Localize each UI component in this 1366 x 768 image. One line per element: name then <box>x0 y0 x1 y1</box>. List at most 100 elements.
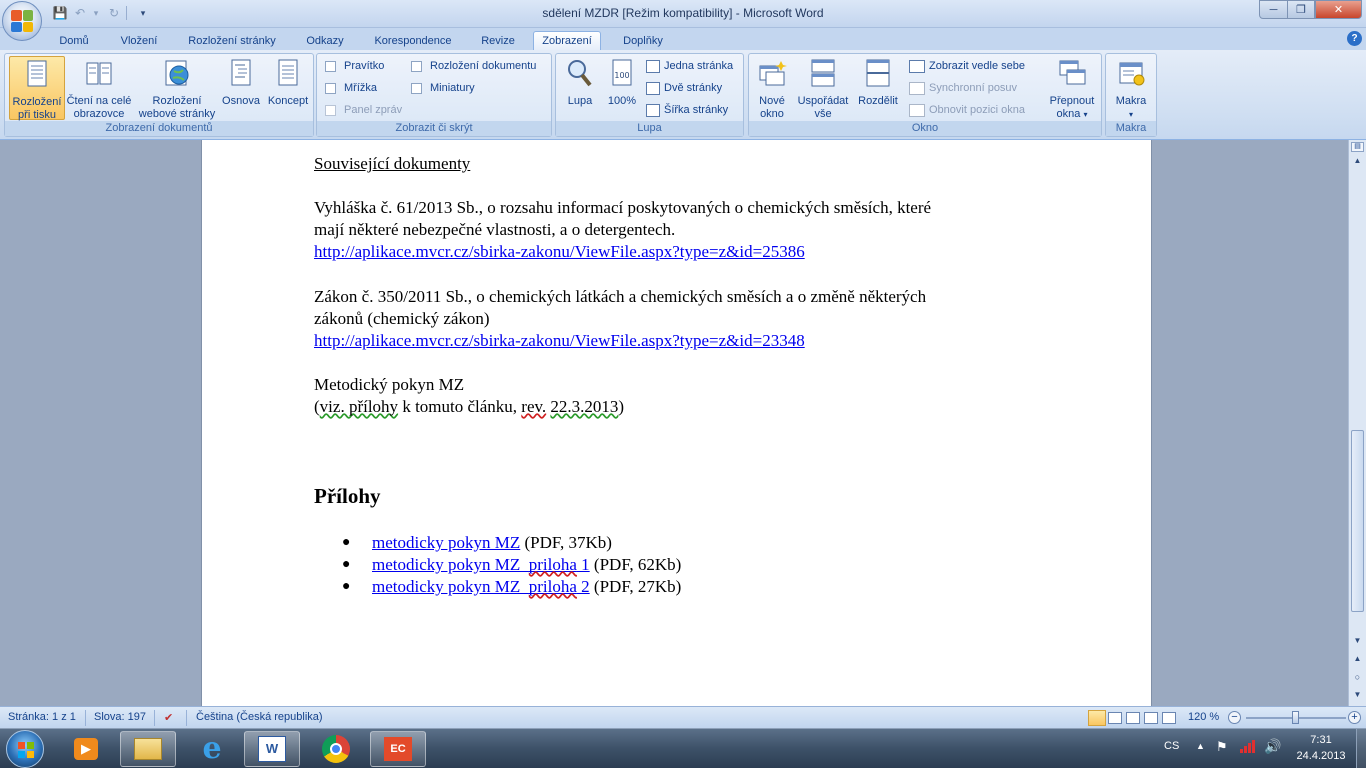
draft-view-icon[interactable] <box>1162 712 1176 724</box>
taskbar-word[interactable]: W <box>244 731 300 767</box>
full-screen-view-icon[interactable] <box>1108 712 1122 724</box>
document-map-checkbox[interactable]: Rozložení dokumentu <box>411 58 536 74</box>
clock-time[interactable]: 7:31 <box>1296 734 1346 746</box>
show-hidden-icons[interactable]: ▲ <box>1196 741 1205 751</box>
full-screen-label-2: obrazovce <box>73 108 125 120</box>
word-count[interactable]: Slova: 197 <box>94 711 146 725</box>
gridlines-checkbox[interactable]: Mřížka <box>325 80 377 96</box>
paragraph-guideline-line-2: (viz. přílohy k tomuto článku, rev. 22.3… <box>314 396 624 418</box>
print-layout-button[interactable]: Rozložení při tisku <box>9 56 65 121</box>
attachment-info-1: (PDF, 37Kb) <box>520 533 612 552</box>
thumbnails-checkbox[interactable]: Miniatury <box>411 80 475 96</box>
web-layout-button[interactable]: Rozložení webové stránky <box>135 56 219 120</box>
new-window-button[interactable]: Nové okno <box>751 56 793 120</box>
start-button[interactable] <box>6 730 44 768</box>
print-layout-icon <box>27 60 47 87</box>
next-page-icon[interactable]: ▼ <box>1351 690 1364 700</box>
outline-button[interactable]: Osnova <box>219 56 263 120</box>
help-icon[interactable]: ? <box>1347 31 1362 46</box>
scroll-up-icon[interactable]: ▲ <box>1351 156 1364 166</box>
two-pages-icon <box>646 81 660 95</box>
attachment-link-2[interactable]: metodicky pokyn MZ_priloha 1 <box>372 555 590 574</box>
restore-button[interactable]: ❐ <box>1287 0 1315 19</box>
link-decree[interactable]: http://aplikace.mvcr.cz/sbirka-zakonu/Vi… <box>314 241 805 263</box>
action-center-flag-icon[interactable]: ⚑ <box>1216 739 1228 755</box>
bullet-icon: ● <box>342 535 351 550</box>
taskbar-pdf-reader[interactable]: EC <box>370 731 426 767</box>
tab-references[interactable]: Odkazy <box>298 31 352 50</box>
one-page-button[interactable]: Jedna stránka <box>646 57 733 75</box>
paragraph-law-line-1: Zákon č. 350/2011 Sb., o chemických látk… <box>314 287 927 306</box>
macros-button[interactable]: Makra ▾ <box>1108 56 1154 120</box>
show-desktop-button[interactable] <box>1356 729 1366 768</box>
scrollbar-thumb[interactable] <box>1351 430 1364 612</box>
paragraph-decree-line-2: mají některé nebezpečné vlastnosti, a o … <box>314 220 676 239</box>
attachment-link-1[interactable]: metodicky pokyn MZ <box>372 533 520 552</box>
tab-page-layout[interactable]: Rozložení stránky <box>180 31 284 50</box>
previous-page-icon[interactable]: ▲ <box>1351 654 1364 664</box>
zoom-100-button[interactable]: 100 100% <box>602 56 642 120</box>
message-bar-checkbox-box <box>325 104 336 116</box>
page-width-button[interactable]: Šířka stránky <box>646 101 728 119</box>
taskbar-media-player[interactable]: ▶ <box>58 731 114 767</box>
taskbar-internet-explorer[interactable]: e <box>184 731 240 767</box>
office-button[interactable] <box>2 1 42 41</box>
keyboard-language[interactable]: CS <box>1164 740 1179 752</box>
network-icon[interactable] <box>1240 739 1256 753</box>
gridlines-checkbox-box <box>325 82 336 94</box>
web-layout-view-icon[interactable] <box>1126 712 1140 724</box>
message-bar-checkbox: Panel zpráv <box>325 102 402 118</box>
print-layout-view-icon[interactable] <box>1088 710 1106 726</box>
page-counter[interactable]: Stránka: 1 z 1 <box>8 711 76 725</box>
web-layout-label-1: Rozložení <box>152 95 202 107</box>
taskbar-explorer[interactable] <box>120 731 176 767</box>
link-law[interactable]: http://aplikace.mvcr.cz/sbirka-zakonu/Vi… <box>314 330 805 352</box>
zoom-100-icon: 100 <box>612 59 632 86</box>
outline-view-icon[interactable] <box>1144 712 1158 724</box>
switch-windows-icon <box>1059 60 1086 85</box>
attachment-link-3-text-b: priloha <box>528 577 577 596</box>
synchronous-scrolling-button: Synchronní posuv <box>909 79 1017 97</box>
draft-button[interactable]: Koncept <box>263 56 313 120</box>
switch-windows-label-1: Přepnout <box>1049 95 1095 107</box>
zoom-level[interactable]: 120 % <box>1188 711 1219 725</box>
zoom-in-icon[interactable]: + <box>1348 711 1361 724</box>
view-side-by-side-button[interactable]: Zobrazit vedle sebe <box>909 57 1025 75</box>
vertical-scrollbar[interactable]: ▤ ▲ ▼ ▲ ○ ▼ <box>1348 140 1366 706</box>
tab-view[interactable]: Zobrazení <box>533 31 601 50</box>
arrange-all-button[interactable]: Uspořádat vše <box>793 56 853 120</box>
proofing-icon[interactable]: ✔ <box>164 711 173 725</box>
zoom-out-icon[interactable]: − <box>1228 711 1241 724</box>
zoom-button[interactable]: Lupa <box>560 56 600 120</box>
language-indicator[interactable]: Čeština (Česká republika) <box>196 711 323 725</box>
split-button[interactable]: Rozdělit <box>853 56 903 120</box>
minimize-button[interactable]: ─ <box>1259 0 1288 19</box>
zoom-slider-thumb[interactable] <box>1292 711 1299 724</box>
clock-date[interactable]: 24.4.2013 <box>1290 750 1352 762</box>
tab-home[interactable]: Domů <box>50 31 98 50</box>
attachment-link-3-text-a: metodicky pokyn MZ_ <box>372 577 529 596</box>
select-browse-object-icon[interactable]: ○ <box>1351 672 1364 682</box>
tab-insert[interactable]: Vložení <box>110 31 168 50</box>
two-pages-button[interactable]: Dvě stránky <box>646 79 722 97</box>
close-button[interactable]: ✕ <box>1315 0 1362 19</box>
document-page[interactable]: Související dokumenty Vyhláška č. 61/201… <box>201 140 1152 706</box>
taskbar-chrome[interactable] <box>308 731 364 767</box>
scroll-down-icon[interactable]: ▼ <box>1351 636 1364 646</box>
attachment-link-2-text-c: 1 <box>576 555 590 574</box>
attachment-link-3[interactable]: metodicky pokyn MZ_priloha 2 <box>372 577 590 596</box>
ruler-checkbox[interactable]: Pravítko <box>325 58 384 74</box>
magnifier-icon <box>568 60 592 87</box>
group-zoom: Lupa 100 100% Jedna stránka Dvě stránky … <box>555 53 744 137</box>
volume-icon[interactable]: 🔊 <box>1264 738 1281 755</box>
full-screen-reading-button[interactable]: Čtení na celé obrazovce <box>65 56 133 120</box>
switch-windows-button[interactable]: Přepnout okna ▾ <box>1043 56 1101 120</box>
tab-mailings[interactable]: Korespondence <box>366 31 460 50</box>
ruler-toggle-icon[interactable]: ▤ <box>1351 142 1364 152</box>
tab-review[interactable]: Revize <box>474 31 522 50</box>
text-rev: rev. <box>521 397 547 416</box>
pdf-reader-icon: EC <box>384 737 412 761</box>
tab-addins[interactable]: Doplňky <box>612 31 674 50</box>
ruler-label: Pravítko <box>344 60 385 72</box>
one-page-label: Jedna stránka <box>664 60 734 72</box>
